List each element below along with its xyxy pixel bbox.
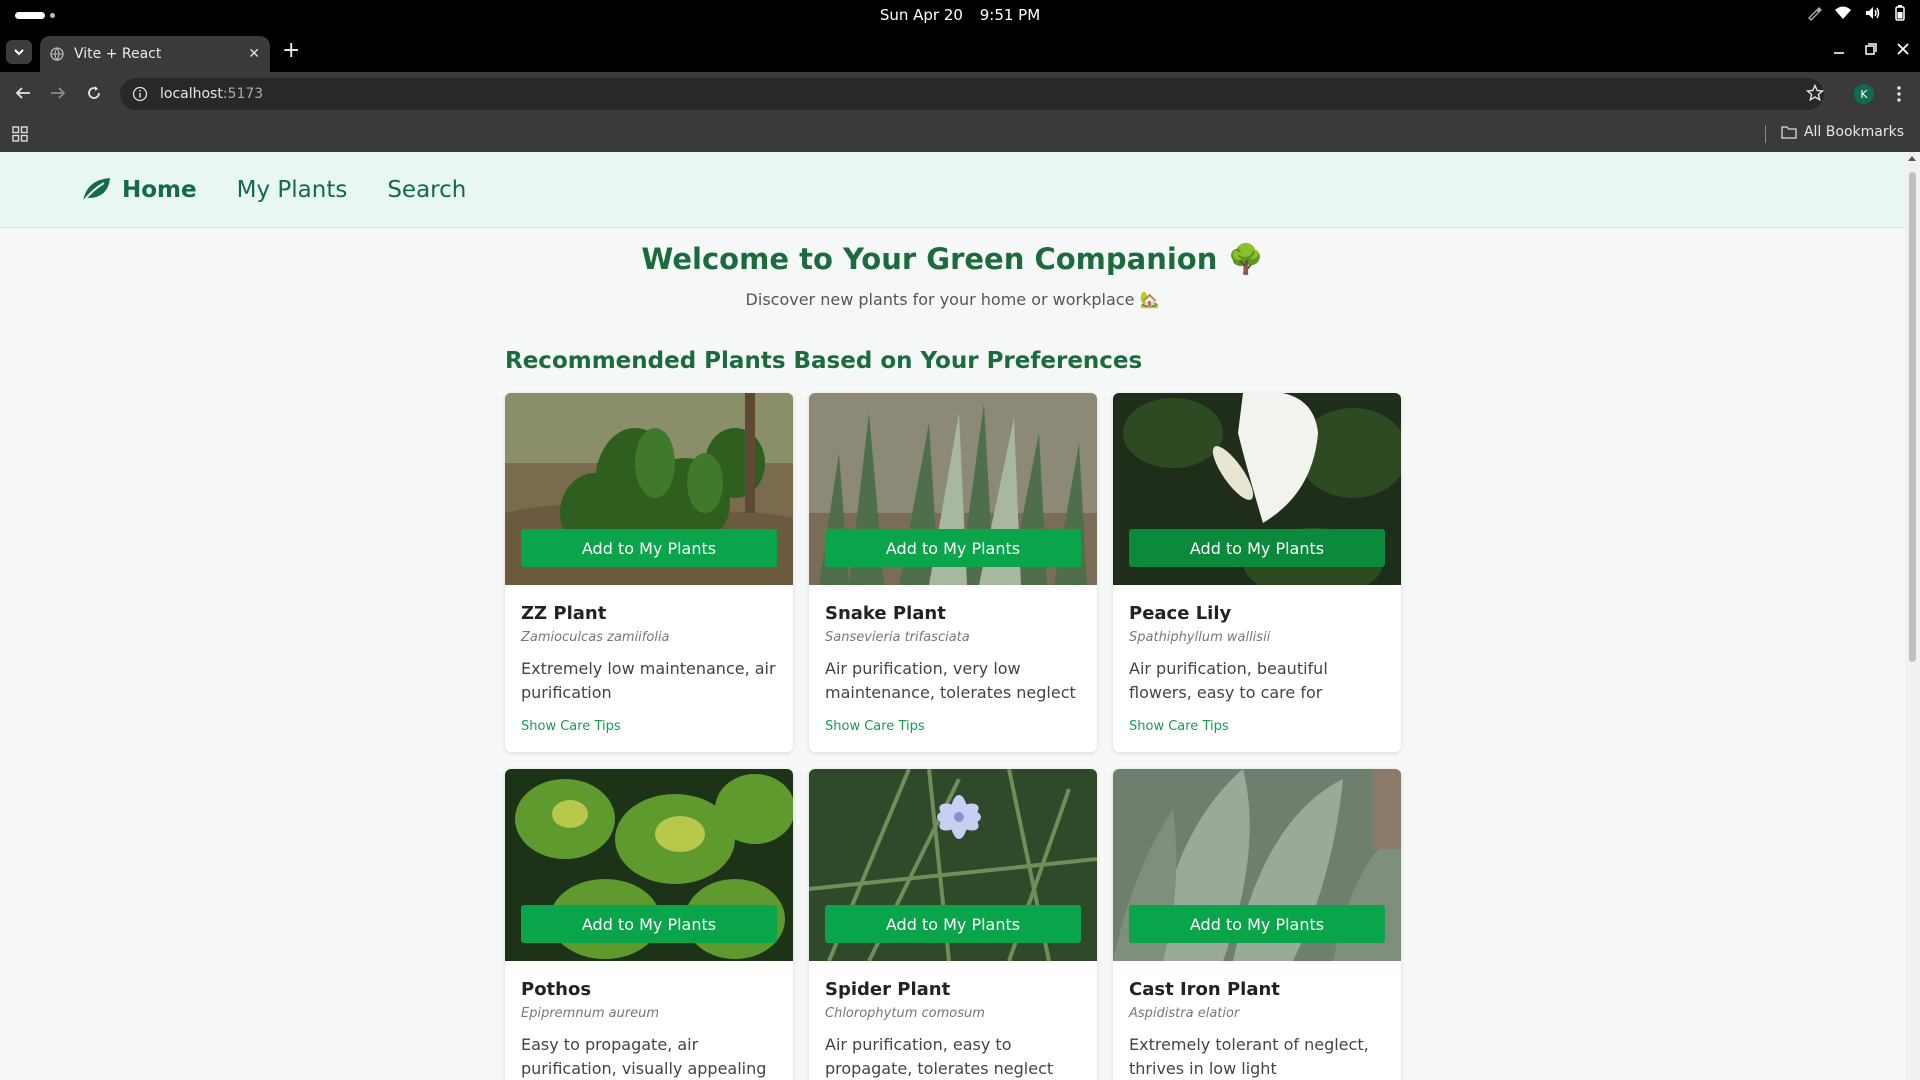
bookmarks-bar: All Bookmarks xyxy=(0,116,1920,152)
page-title: Welcome to Your Green Companion 🌳 xyxy=(641,242,1264,276)
page-scrollbar[interactable] xyxy=(1905,152,1920,1080)
url-port: :5173 xyxy=(222,86,264,102)
plant-description: Air purification, very low maintenance, … xyxy=(825,659,1076,702)
all-bookmarks-label: All Bookmarks xyxy=(1803,124,1904,140)
chevron-down-icon xyxy=(14,49,24,56)
plant-description: Air purification, easy to propagate, tol… xyxy=(825,1035,1054,1078)
plant-card-cast-iron-plant: Add to My Plants Cast Iron Plant Aspidis… xyxy=(1113,769,1401,1080)
window-controls xyxy=(1832,42,1910,56)
plant-scientific-name: Spathiphyllum wallisii xyxy=(1129,630,1271,645)
all-bookmarks-button[interactable]: All Bookmarks xyxy=(1781,124,1904,140)
url-text: localhost:5173 xyxy=(160,86,263,102)
plant-name: Spider Plant xyxy=(825,979,951,1000)
url-host: localhost xyxy=(160,86,223,102)
plant-card-snake-plant: Add to My Plants Snake Plant Sansevieria… xyxy=(809,393,1097,752)
plant-scientific-name: Chlorophytum comosum xyxy=(825,1006,985,1021)
show-care-tips-link[interactable]: Show Care Tips xyxy=(825,719,925,734)
minimize-icon[interactable] xyxy=(1832,42,1846,56)
plant-description: Easy to propagate, air purification, vis… xyxy=(521,1035,767,1078)
plant-scientific-name: Aspidistra elatior xyxy=(1129,1006,1240,1021)
wifi-icon xyxy=(1834,5,1852,21)
bookmarks-separator xyxy=(1765,125,1766,143)
os-clock[interactable]: Sun Apr 20 9:51 PM xyxy=(0,6,1920,24)
leaf-icon xyxy=(82,177,110,203)
apps-grid-icon[interactable] xyxy=(12,126,28,142)
nav-my-plants[interactable]: My Plants xyxy=(237,177,348,203)
page-subtitle: Discover new plants for your home or wor… xyxy=(745,290,1160,309)
plant-card-zz-plant: Add to My Plants ZZ Plant Zamioculcas za… xyxy=(505,393,793,752)
browser-toolbar: localhost:5173 K xyxy=(0,72,1920,116)
site-info-icon[interactable] xyxy=(132,86,148,102)
folder-icon xyxy=(1781,126,1797,139)
page-viewport: Home My Plants Search Welcome to Your Gr… xyxy=(0,152,1905,1080)
restore-icon[interactable] xyxy=(1864,42,1878,56)
battery-icon xyxy=(1894,5,1906,21)
system-tray[interactable] xyxy=(1806,5,1906,21)
nav-home[interactable]: Home xyxy=(80,176,197,204)
address-bar[interactable]: localhost:5173 xyxy=(120,78,1824,110)
section-title: Recommended Plants Based on Your Prefere… xyxy=(505,348,1143,374)
tab-search-button[interactable] xyxy=(6,40,32,64)
nav-home-label: Home xyxy=(122,176,197,203)
add-to-my-plants-button[interactable]: Add to My Plants xyxy=(825,529,1081,567)
plant-name: ZZ Plant xyxy=(521,603,607,624)
plant-scientific-name: Sansevieria trifasciata xyxy=(825,630,970,645)
plant-description: Extremely tolerant of neglect, thrives i… xyxy=(1129,1035,1369,1078)
plant-card-grid: Add to My Plants ZZ Plant Zamioculcas za… xyxy=(505,393,1401,1080)
add-to-my-plants-button[interactable]: Add to My Plants xyxy=(521,905,777,943)
plant-scientific-name: Zamioculcas zamiifolia xyxy=(521,630,670,645)
add-to-my-plants-button[interactable]: Add to My Plants xyxy=(1129,905,1385,943)
profile-avatar[interactable]: K xyxy=(1854,84,1874,104)
app-navbar: Home My Plants Search xyxy=(0,152,1905,228)
tab-strip: Vite + React ✕ + xyxy=(0,30,1920,72)
tab-title: Vite + React xyxy=(74,46,162,62)
new-tab-button[interactable]: + xyxy=(282,40,300,62)
tab-active[interactable]: Vite + React ✕ xyxy=(40,36,270,72)
close-tab-icon[interactable]: ✕ xyxy=(248,46,260,62)
plant-description: Extremely low maintenance, air purificat… xyxy=(521,659,776,702)
plant-card-pothos: Add to My Plants Pothos Epipremnum aureu… xyxy=(505,769,793,1080)
reload-icon[interactable] xyxy=(85,84,103,102)
add-to-my-plants-button[interactable]: Add to My Plants xyxy=(825,905,1081,943)
scroll-up-icon[interactable] xyxy=(1908,156,1916,161)
plant-card-peace-lily: Add to My Plants Peace Lily Spathiphyllu… xyxy=(1113,393,1401,752)
show-care-tips-link[interactable]: Show Care Tips xyxy=(1129,719,1229,734)
back-arrow-icon[interactable] xyxy=(14,84,32,102)
os-top-bar: Sun Apr 20 9:51 PM xyxy=(0,0,1920,30)
plant-description: Air purification, beautiful flowers, eas… xyxy=(1129,659,1328,702)
plant-name: Snake Plant xyxy=(825,603,946,624)
os-date: Sun Apr 20 xyxy=(879,6,963,24)
nav-search[interactable]: Search xyxy=(387,177,466,203)
plant-name: Cast Iron Plant xyxy=(1129,979,1280,1000)
bookmark-star-icon[interactable] xyxy=(1806,84,1824,102)
plant-scientific-name: Epipremnum aureum xyxy=(521,1006,660,1021)
forward-arrow-icon[interactable] xyxy=(49,84,67,102)
plant-name: Peace Lily xyxy=(1129,603,1232,624)
add-to-my-plants-button[interactable]: Add to My Plants xyxy=(1129,529,1385,567)
scrollbar-thumb[interactable] xyxy=(1909,172,1916,662)
plant-name: Pothos xyxy=(521,979,592,1000)
pen-icon xyxy=(1806,5,1822,21)
close-window-icon[interactable] xyxy=(1896,42,1910,56)
more-menu-icon[interactable] xyxy=(1896,85,1902,103)
show-care-tips-link[interactable]: Show Care Tips xyxy=(521,719,621,734)
globe-icon xyxy=(50,47,64,61)
volume-icon xyxy=(1864,5,1882,21)
add-to-my-plants-button[interactable]: Add to My Plants xyxy=(521,529,777,567)
os-time: 9:51 PM xyxy=(979,6,1041,24)
plant-card-spider-plant: Add to My Plants Spider Plant Chlorophyt… xyxy=(809,769,1097,1080)
